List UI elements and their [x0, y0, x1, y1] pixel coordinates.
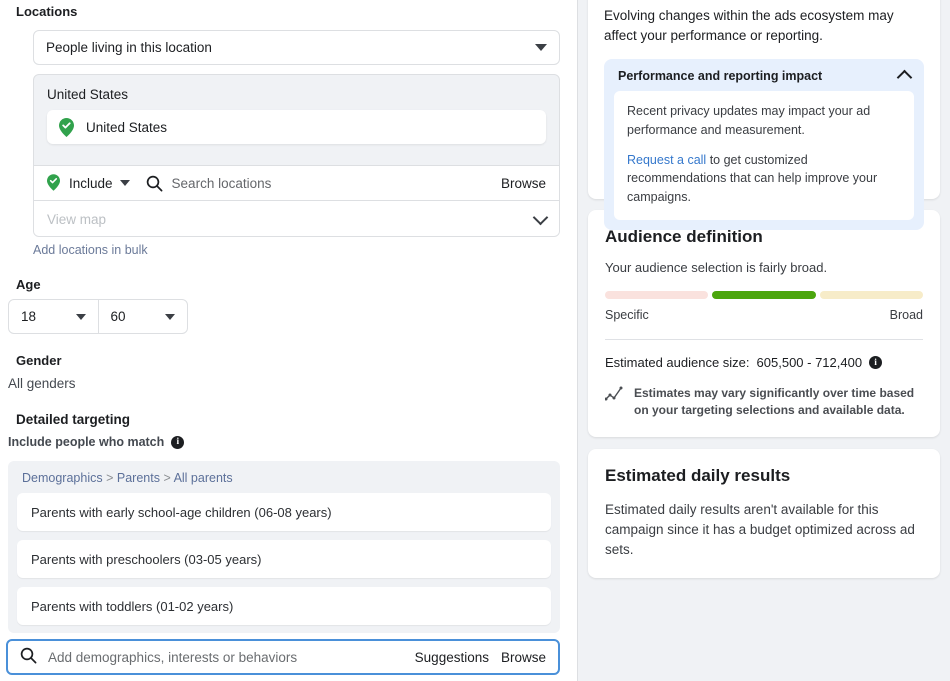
ad-set-targeting-page: Locations People living in this location…: [0, 0, 950, 681]
age-min-value: 18: [21, 309, 37, 324]
location-actions-row: Include Search locations Browse: [34, 165, 559, 200]
estimated-daily-results-card: Estimated daily results Estimated daily …: [588, 448, 940, 578]
view-map-label: View map: [47, 211, 107, 227]
chevron-down-icon: [535, 44, 547, 51]
age-range-control: 18 60: [8, 299, 188, 334]
audience-estimate-note: Estimates may vary significantly over ti…: [604, 385, 923, 420]
suggestions-button[interactable]: Suggestions: [415, 650, 489, 665]
breadcrumb-separator: >: [106, 471, 114, 485]
include-people-text: Include people who match: [8, 435, 165, 449]
estimated-audience-size: Estimated audience size: 605,500 - 712,4…: [605, 355, 923, 370]
locations-section-label: Locations: [16, 4, 78, 19]
meter-labels: Specific Broad: [605, 308, 923, 322]
breadcrumb-item-all-parents[interactable]: All parents: [174, 471, 233, 485]
view-map-row[interactable]: View map: [34, 200, 559, 236]
audience-definition-subtitle: Your audience selection is fairly broad.: [605, 260, 828, 275]
search-icon: [146, 175, 163, 192]
list-item[interactable]: Parents with toddlers (01-02 years): [17, 587, 551, 625]
location-type-select[interactable]: People living in this location: [33, 30, 560, 65]
age-section-label: Age: [16, 277, 41, 292]
meter-segment-broad: [819, 291, 923, 299]
detailed-targeting-panel: Demographics > Parents > All parents Par…: [8, 461, 560, 633]
performance-impact-title: Performance and reporting impact: [618, 68, 823, 83]
chevron-down-icon: [165, 313, 175, 320]
detailed-targeting-search-input[interactable]: Add demographics, interests or behaviors: [48, 650, 415, 665]
ecosystem-notice-text: Evolving changes within the ads ecosyste…: [604, 8, 894, 43]
breadcrumb-item-parents[interactable]: Parents: [117, 471, 160, 485]
info-icon[interactable]: i: [869, 356, 883, 369]
breadcrumb-item-demographics[interactable]: Demographics: [22, 471, 103, 485]
impact-paragraph-2: Request a call to get customized recomme…: [627, 151, 901, 207]
trend-chart-icon: [604, 386, 625, 420]
meter-label-broad: Broad: [889, 308, 923, 322]
browse-locations-button[interactable]: Browse: [501, 176, 546, 191]
selected-location-chip[interactable]: United States: [47, 110, 546, 144]
list-item[interactable]: Parents with preschoolers (03-05 years): [17, 540, 551, 578]
estimated-daily-results-body: Estimated daily results aren't available…: [605, 501, 915, 558]
chevron-down-icon: [532, 209, 549, 225]
breadcrumb: Demographics > Parents > All parents: [17, 471, 551, 493]
location-pin-check-icon: [59, 117, 74, 137]
detailed-targeting-label: Detailed targeting: [16, 412, 131, 427]
summary-sidebar: Evolving changes within the ads ecosyste…: [578, 0, 950, 681]
performance-impact-body: Recent privacy updates may impact your a…: [614, 91, 914, 220]
estimated-daily-results-title: Estimated daily results: [605, 465, 791, 485]
gender-section-label: Gender: [16, 353, 62, 368]
location-group-title: United States: [47, 87, 129, 102]
divider: [605, 339, 923, 340]
audience-breadth-meter: [605, 291, 923, 299]
gender-value: All genders: [8, 376, 76, 391]
browse-interests-button[interactable]: Browse: [501, 650, 546, 665]
detailed-targeting-search-row[interactable]: Add demographics, interests or behaviors…: [6, 639, 560, 675]
estimated-audience-size-label: Estimated audience size:: [605, 355, 750, 370]
age-min-select[interactable]: 18: [9, 300, 98, 333]
include-people-who-match-label: Include people who match i: [8, 435, 185, 449]
include-exclude-dropdown[interactable]: Include: [47, 173, 130, 193]
chevron-down-icon: [119, 180, 130, 186]
add-locations-in-bulk-link[interactable]: Add locations in bulk: [33, 243, 148, 257]
include-label: Include: [69, 175, 113, 191]
targeting-form-column: Locations People living in this location…: [0, 0, 578, 681]
estimated-audience-size-value: 605,500 - 712,400: [756, 355, 863, 370]
chevron-up-icon[interactable]: [896, 69, 913, 86]
age-max-select[interactable]: 60: [97, 300, 188, 333]
info-icon[interactable]: i: [171, 435, 185, 449]
meter-segment-specific: [605, 291, 709, 299]
performance-impact-header[interactable]: Performance and reporting impact: [614, 68, 914, 91]
audience-definition-card: Audience definition Your audience select…: [588, 210, 940, 437]
performance-impact-box: Performance and reporting impact Recent …: [604, 59, 924, 230]
location-type-value: People living in this location: [46, 40, 212, 55]
meter-segment-middle: [712, 291, 816, 299]
breadcrumb-separator: >: [163, 471, 171, 485]
list-item[interactable]: Parents with early school-age children (…: [17, 493, 551, 531]
audience-estimate-note-text: Estimates may vary significantly over ti…: [634, 386, 915, 418]
chevron-down-icon: [75, 313, 86, 320]
location-pin-check-icon: [47, 173, 62, 193]
selected-location-name: United States: [86, 119, 168, 135]
age-max-value: 60: [110, 309, 126, 324]
ads-ecosystem-card: Evolving changes within the ads ecosyste…: [588, 0, 940, 230]
search-icon: [20, 647, 37, 667]
impact-paragraph-1: Recent privacy updates may impact your a…: [627, 104, 871, 137]
audience-definition-title: Audience definition: [605, 227, 763, 246]
search-locations-input[interactable]: Search locations: [172, 176, 501, 191]
meter-label-specific: Specific: [605, 308, 649, 322]
selected-locations-panel: United States United States Include Sear…: [33, 74, 560, 237]
request-a-call-link[interactable]: Request a call: [627, 153, 706, 167]
